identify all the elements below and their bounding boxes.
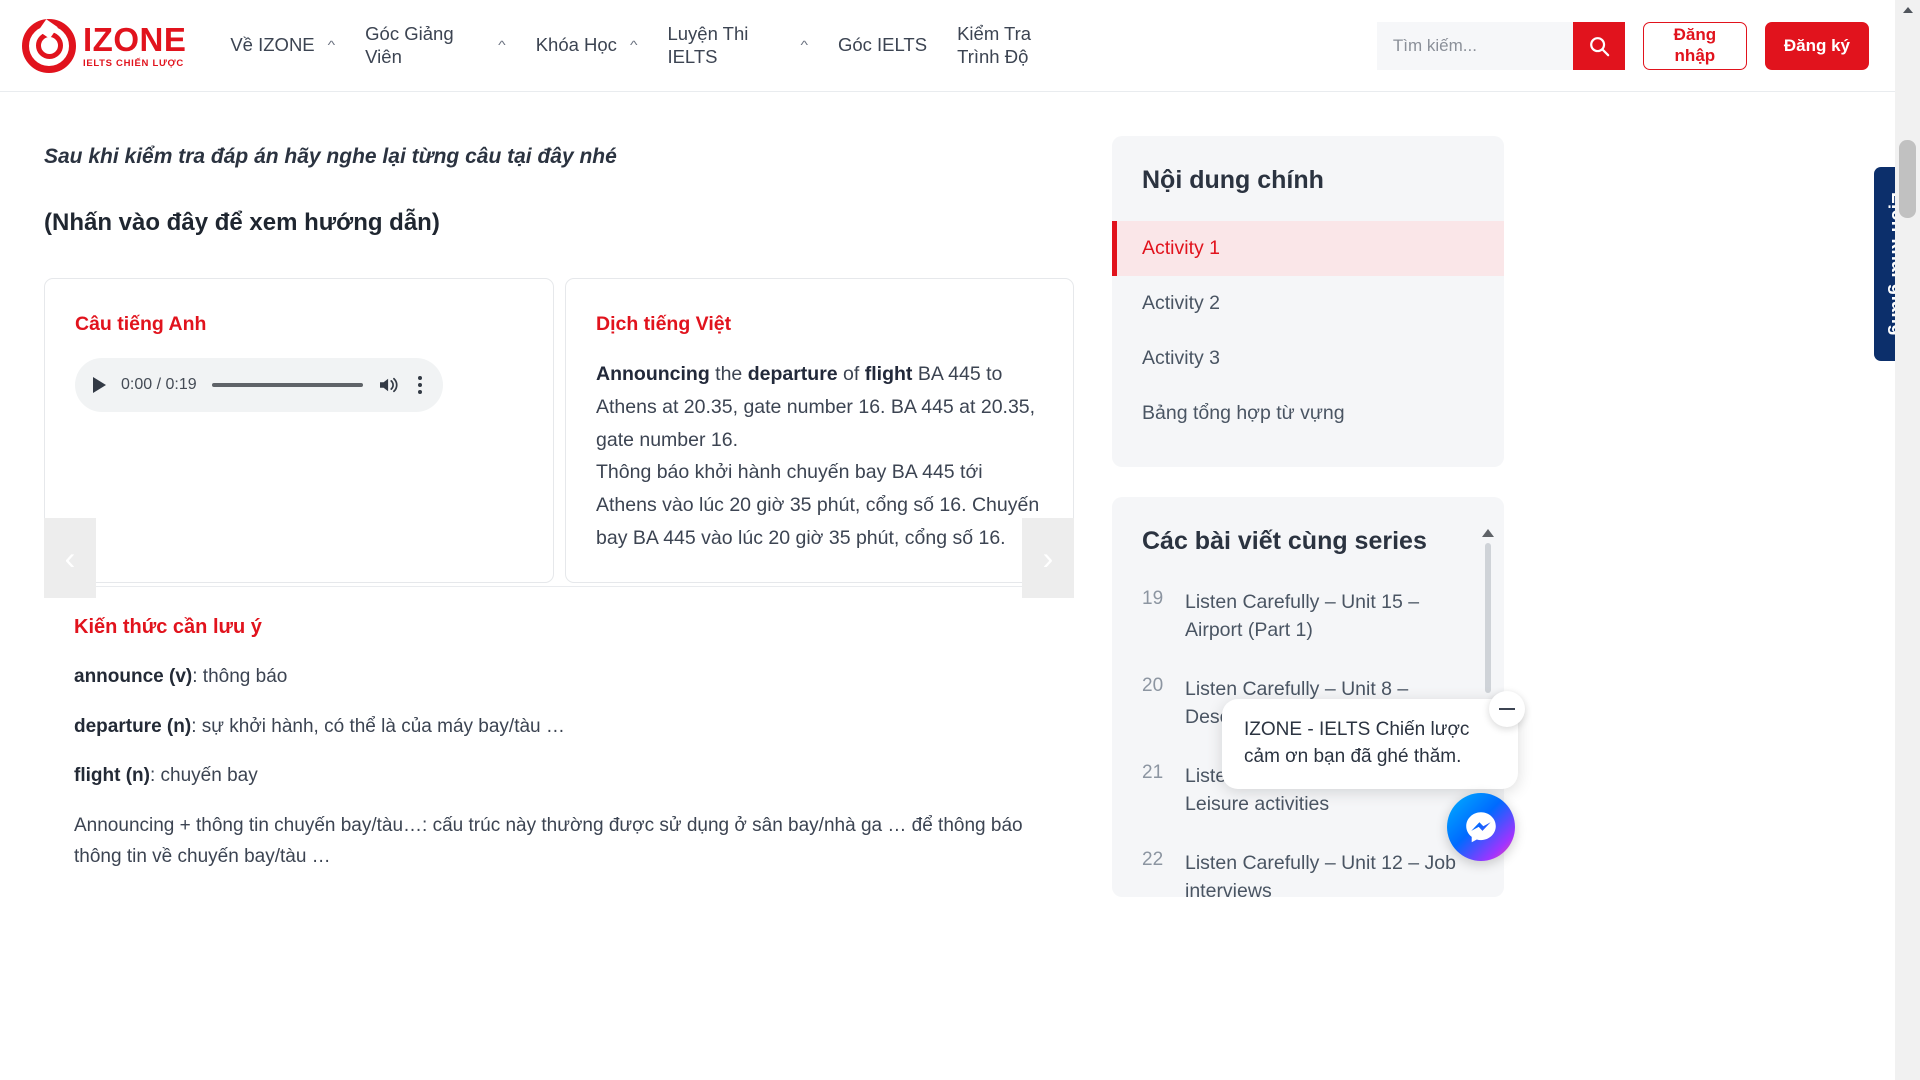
nav-item-kiem-tra-trinh-do[interactable]: Kiểm Tra Trình Độ: [957, 23, 1077, 68]
izone-logo-icon: [22, 18, 76, 73]
bold-announcing: Announcing: [596, 363, 710, 385]
text-of: of: [837, 363, 865, 385]
nav-label[interactable]: Góc IELTS: [838, 34, 927, 57]
page-scroll-area: 5 JAL176 5.45 17 Sau khi kiểm tra đáp án…: [0, 68, 1895, 1080]
vocab-sep: :: [191, 715, 202, 737]
logo-tagline: IELTS CHIẾN LƯỢC: [83, 57, 184, 69]
vocab-sep: :: [192, 666, 203, 687]
audio-player[interactable]: 0:00 / 0:19: [75, 358, 443, 412]
chevron-up-icon[interactable]: ^: [800, 39, 808, 52]
vocab-meaning: sự khởi hành, có thể là của máy bay/tàu …: [201, 715, 565, 737]
volume-icon[interactable]: [378, 376, 400, 394]
toc-item-activity-1[interactable]: Activity 1: [1112, 221, 1504, 276]
series-number: 19: [1142, 588, 1164, 609]
scrollbar-up-arrow[interactable]: [1895, 0, 1920, 20]
messenger-chat-button[interactable]: [1447, 793, 1515, 861]
vocab-term: announce (v): [74, 666, 193, 687]
audio-time-display: 0:00 / 0:19: [121, 376, 197, 393]
nav-item-luyen-thi-ielts[interactable]: Luyện Thi IELTS ^: [667, 23, 808, 68]
messenger-icon: [1466, 812, 1496, 843]
series-link[interactable]: Listen Carefully – Unit 12 – Job intervi…: [1185, 849, 1462, 897]
chevron-up-icon[interactable]: ^: [328, 39, 336, 52]
nav-label[interactable]: Về IZONE: [230, 34, 314, 57]
nav-label[interactable]: Luyện Thi IELTS: [667, 23, 787, 68]
chat-minimize-button[interactable]: [1489, 691, 1525, 727]
logo-wordmark: IZONE: [83, 20, 187, 58]
series-number: 20: [1142, 674, 1164, 696]
chat-greeting-bubble: IZONE - IELTS Chiến lược cảm ơn bạn đã g…: [1222, 699, 1518, 789]
scrollbar-thumb[interactable]: [1899, 140, 1916, 218]
bold-departure: departure: [747, 363, 838, 385]
search-box: [1376, 21, 1625, 70]
toc-item-activity-3[interactable]: Activity 3: [1112, 331, 1504, 386]
bold-flight: flight: [864, 363, 913, 385]
chat-message-line-2: cảm ơn bạn đã ghé thăm.: [1244, 745, 1462, 767]
vocab-term: departure (n): [74, 715, 192, 737]
lead-instruction: Sau khi kiểm tra đáp án hãy nghe lại từn…: [44, 145, 617, 168]
english-card-title: Câu tiếng Anh: [75, 313, 207, 335]
scrollbar-thumb[interactable]: [1485, 543, 1491, 693]
more-options-icon[interactable]: [415, 376, 425, 394]
main-navigation: Về IZONE ^ Góc Giảng Viên ^ Khóa Học ^ L…: [230, 23, 1107, 68]
slider-next-button[interactable]: ›: [1022, 518, 1074, 598]
site-logo[interactable]: IZONE IELTS CHIẾN LƯỢC: [22, 18, 187, 73]
nav-item-ve-izone[interactable]: Về IZONE ^: [230, 34, 335, 57]
vietnamese-card-title: Dịch tiếng Việt: [596, 313, 732, 335]
guide-toggle-heading[interactable]: (Nhấn vào đây để xem hướng dẫn): [44, 209, 440, 237]
speaker-icon: [380, 377, 398, 393]
divider: [44, 586, 1074, 587]
vocab-meaning: thông báo: [202, 666, 288, 687]
series-title: Các bài viết cùng series: [1142, 527, 1427, 555]
nav-item-khoa-hoc[interactable]: Khóa Học ^: [536, 34, 638, 57]
vocabulary-notes: Kiến thức cần lưu ý announce (v): thông …: [74, 616, 1074, 891]
header-actions: Đăng nhập Đăng ký: [1376, 21, 1869, 70]
series-number: 21: [1142, 761, 1164, 783]
chevron-up-icon[interactable]: ^: [498, 39, 506, 52]
scroll-up-icon[interactable]: [1482, 529, 1494, 537]
series-link[interactable]: Listen Carefully – Unit 15 – Airport (Pa…: [1185, 588, 1462, 645]
text-the: the: [709, 363, 748, 385]
chat-message-line-1: IZONE - IELTS Chiến lược: [1244, 719, 1470, 740]
toc-item-vocabulary-table[interactable]: Bảng tổng hợp từ vựng: [1112, 386, 1504, 441]
table-of-contents-panel: Nội dung chính Activity 1 Activity 2 Act…: [1112, 136, 1504, 467]
login-button[interactable]: Đăng nhập: [1642, 21, 1747, 70]
signup-button[interactable]: Đăng ký: [1764, 21, 1869, 70]
search-input[interactable]: [1376, 21, 1573, 70]
translation-body: Announcing the departure of flight BA 44…: [596, 358, 1043, 555]
list-item[interactable]: 22 Listen Carefully – Unit 12 – Job inte…: [1142, 849, 1462, 897]
search-button[interactable]: [1572, 21, 1625, 70]
vietnamese-translation: Thông báo khởi hành chuyến bay BA 445 tớ…: [596, 461, 1040, 549]
nav-label[interactable]: Khóa Học: [536, 34, 617, 57]
structure-note: Announcing + thông tin chuyến bay/tàu…: …: [74, 814, 1023, 868]
vocab-meaning: chuyến bay: [160, 765, 258, 787]
related-series-panel: Các bài viết cùng series 19 Listen Caref…: [1112, 497, 1504, 897]
vocab-sep: :: [149, 765, 161, 787]
sentence-slider: Câu tiếng Anh 0:00 / 0:19 Dịch tiếng Việ…: [44, 278, 1074, 598]
chevron-up-icon[interactable]: ^: [630, 39, 638, 52]
site-header: IZONE IELTS CHIẾN LƯỢC Về IZONE ^ Góc Gi…: [0, 0, 1895, 92]
nav-item-goc-giang-vien[interactable]: Góc Giảng Viên ^: [365, 23, 506, 68]
vietnamese-translation-card: Dịch tiếng Việt Announcing the departure…: [565, 278, 1074, 583]
vocab-term: flight (n): [74, 765, 150, 787]
search-icon: [1589, 36, 1610, 56]
vocab-entry: departure (n): sự khởi hành, có thể là c…: [74, 711, 1074, 743]
notes-title: Kiến thức cần lưu ý: [74, 616, 262, 638]
english-sentence-card: Câu tiếng Anh 0:00 / 0:19: [44, 278, 554, 583]
english-transcript: Announcing the departure of flight BA 44…: [596, 358, 1043, 456]
audio-progress-bar[interactable]: [211, 383, 363, 387]
vocab-entry: flight (n): chuyến bay: [74, 760, 1074, 792]
nav-label[interactable]: Kiểm Tra Trình Độ: [957, 23, 1077, 68]
series-number: 22: [1142, 848, 1164, 870]
browser-vertical-scrollbar[interactable]: [1895, 0, 1920, 1080]
nav-label[interactable]: Góc Giảng Viên: [365, 23, 485, 68]
nav-item-goc-ielts[interactable]: Góc IELTS: [838, 34, 927, 57]
minus-icon: [1499, 708, 1515, 710]
vocab-entry: announce (v): thông báo: [74, 661, 1074, 693]
play-icon[interactable]: [93, 377, 106, 393]
slider-prev-button[interactable]: ‹: [44, 518, 96, 598]
toc-title: Nội dung chính: [1142, 166, 1324, 194]
toc-item-activity-2[interactable]: Activity 2: [1112, 276, 1504, 331]
list-item[interactable]: 19 Listen Carefully – Unit 15 – Airport …: [1142, 588, 1462, 645]
